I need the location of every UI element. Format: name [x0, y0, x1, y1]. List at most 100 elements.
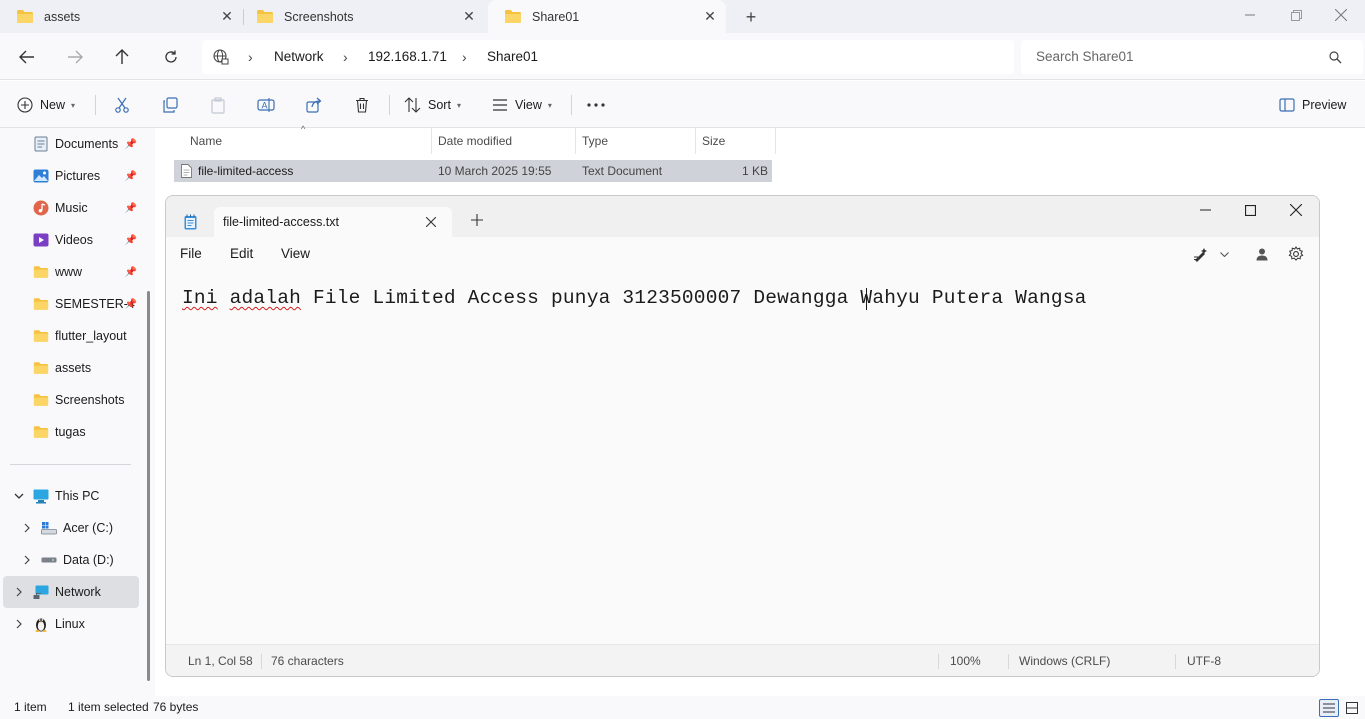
sidebar-item-this-pc[interactable]: This PC [3, 480, 139, 512]
back-icon[interactable] [13, 43, 41, 71]
divider [571, 95, 572, 115]
divider [261, 654, 262, 669]
line-ending[interactable]: Windows (CRLF) [1019, 645, 1110, 676]
misspelled-word[interactable]: adalah [230, 287, 301, 309]
sidebar-item-linux[interactable]: Linux [3, 608, 139, 640]
menu-file[interactable]: File [180, 237, 202, 271]
close-icon[interactable]: ✕ [219, 8, 235, 24]
sort-button[interactable]: Sort ▾ [404, 91, 461, 119]
sidebar-item-documents[interactable]: Documents 📌 [3, 128, 139, 160]
tab-share01[interactable]: Share01 ✕ [488, 0, 726, 33]
breadcrumb-network[interactable]: Network [274, 40, 324, 74]
sidebar-item-acer-c[interactable]: Acer (C:) [3, 512, 139, 544]
sidebar-item-music[interactable]: Music 📌 [3, 192, 139, 224]
address-bar[interactable]: › Network › 192.168.1.71 › Share01 [202, 40, 1014, 74]
chevron-right-icon[interactable] [12, 585, 26, 599]
notepad-tab[interactable]: file-limited-access.txt [214, 207, 452, 237]
tab-label: Share01 [532, 9, 580, 24]
details-view-icon[interactable] [1319, 699, 1339, 717]
restore-icon[interactable] [1273, 0, 1319, 30]
sidebar-item-www[interactable]: www 📌 [3, 256, 139, 288]
sidebar-item-screenshots[interactable]: Screenshots [3, 384, 139, 416]
divider [1008, 654, 1009, 669]
file-name[interactable]: file-limited-access [198, 160, 293, 182]
new-tab-icon[interactable] [469, 212, 485, 228]
breadcrumb-share01[interactable]: Share01 [487, 40, 538, 74]
minimize-icon[interactable] [1190, 202, 1220, 218]
network-icon [33, 584, 49, 600]
breadcrumb-ip[interactable]: 192.168.1.71 [368, 40, 447, 74]
notepad-text-area[interactable]: Ini adalah File Limited Access punya 312… [166, 271, 1319, 644]
chevron-down-icon[interactable] [1219, 249, 1229, 259]
folder-icon [33, 264, 49, 280]
copilot-rewrite-icon[interactable] [1192, 246, 1210, 262]
chevron-right-icon: › [343, 49, 348, 65]
column-divider[interactable] [695, 128, 696, 154]
refresh-icon[interactable] [157, 43, 185, 71]
up-icon[interactable] [108, 43, 136, 71]
chevron-right-icon[interactable] [20, 521, 34, 535]
search-placeholder: Search Share01 [1036, 49, 1134, 64]
menu-view[interactable]: View [281, 237, 310, 271]
close-window-icon[interactable] [1318, 0, 1364, 30]
preview-button[interactable]: Preview [1279, 91, 1346, 119]
minimize-icon[interactable] [1227, 0, 1273, 30]
tab-assets[interactable]: assets ✕ [0, 0, 243, 33]
column-header-size[interactable]: Size [702, 128, 725, 154]
chevron-right-icon[interactable] [20, 553, 34, 567]
share-icon[interactable] [300, 91, 328, 119]
cut-icon[interactable] [108, 91, 136, 119]
divider [938, 654, 939, 669]
sidebar-item-videos[interactable]: Videos 📌 [3, 224, 139, 256]
zoom-level[interactable]: 100% [950, 645, 981, 676]
document-text[interactable]: Ini adalah File Limited Access punya 312… [182, 287, 1087, 309]
notepad-app-icon [183, 214, 197, 230]
delete-icon[interactable] [348, 91, 376, 119]
close-window-icon[interactable] [1281, 202, 1311, 218]
folder-icon [33, 328, 49, 344]
more-options-icon[interactable] [582, 91, 610, 119]
settings-gear-icon[interactable] [1288, 246, 1304, 262]
tiles-view-icon[interactable] [1343, 699, 1361, 717]
rename-icon[interactable]: A [252, 91, 280, 119]
maximize-icon[interactable] [1235, 202, 1265, 218]
sidebar-item-label: tugas [55, 425, 86, 439]
column-divider[interactable] [775, 128, 776, 154]
new-button[interactable]: New ▾ [17, 91, 75, 119]
column-divider[interactable] [431, 128, 432, 154]
view-button[interactable]: View ▾ [492, 91, 552, 119]
paste-icon[interactable] [204, 91, 232, 119]
sidebar-item-flutter-layout[interactable]: flutter_layout [3, 320, 139, 352]
sidebar-item-semester-4[interactable]: SEMESTER-4 📌 [3, 288, 139, 320]
sidebar-item-network[interactable]: Network [3, 576, 139, 608]
account-icon[interactable] [1254, 246, 1270, 262]
pin-icon: 📌 [124, 138, 138, 150]
sidebar-scrollbar[interactable] [147, 291, 150, 681]
close-icon[interactable] [424, 215, 438, 229]
close-icon[interactable]: ✕ [702, 8, 718, 24]
misspelled-word[interactable]: Ini [182, 287, 218, 309]
encoding[interactable]: UTF-8 [1187, 645, 1221, 676]
close-icon[interactable]: ✕ [461, 8, 477, 24]
preview-pane-icon [1279, 98, 1295, 112]
column-header-type[interactable]: Type [582, 128, 608, 154]
new-tab-icon[interactable]: + [741, 7, 761, 27]
table-row[interactable]: file-limited-access 10 March 2025 19:55 … [174, 160, 772, 182]
menu-edit[interactable]: Edit [230, 237, 253, 271]
copy-icon[interactable] [156, 91, 184, 119]
column-divider[interactable] [575, 128, 576, 154]
folder-icon [16, 9, 34, 24]
sidebar-item-assets[interactable]: assets [3, 352, 139, 384]
tab-screenshots[interactable]: Screenshots ✕ [240, 0, 485, 33]
sort-label: Sort [428, 98, 451, 112]
notepad-titlebar[interactable]: file-limited-access.txt [166, 196, 1319, 237]
sidebar-item-tugas[interactable]: tugas [3, 416, 139, 448]
search-input[interactable]: Search Share01 [1021, 40, 1363, 74]
sidebar-item-pictures[interactable]: Pictures 📌 [3, 160, 139, 192]
sidebar-item-data-d[interactable]: Data (D:) [3, 544, 139, 576]
column-header-date[interactable]: Date modified [438, 128, 512, 154]
forward-icon[interactable] [61, 43, 89, 71]
column-header-name[interactable]: Name [190, 128, 222, 154]
chevron-down-icon[interactable] [12, 489, 26, 503]
chevron-right-icon[interactable] [12, 617, 26, 631]
